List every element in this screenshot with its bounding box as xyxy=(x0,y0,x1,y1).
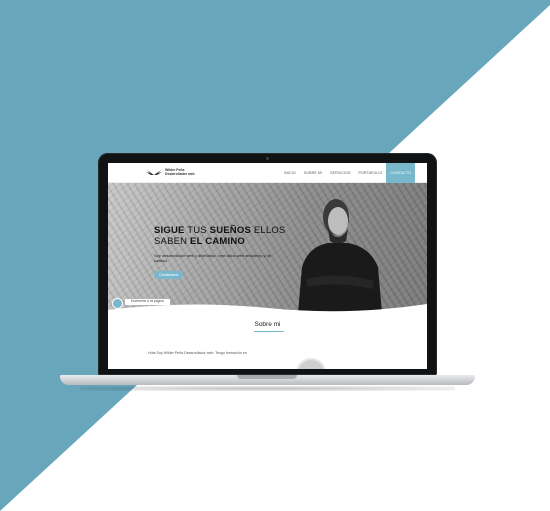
hero-section: SIGUE TUS SUEÑOS ELLOS SABEN EL CAMINO S… xyxy=(108,183,427,313)
hero-word-saben: SABEN xyxy=(154,236,191,247)
hero-word-tus: TUS xyxy=(184,225,210,236)
laptop-notch xyxy=(237,375,297,379)
nav-sobre-mi[interactable]: SOBRE MI xyxy=(300,163,326,183)
logo-line-2: Desarrollador web xyxy=(165,171,195,176)
nav-portafolio[interactable]: PORTAFOLIO xyxy=(355,163,387,183)
hero-headline-line-1: SIGUE TUS SUEÑOS ELLOS xyxy=(154,225,285,236)
hero-headline: SIGUE TUS SUEÑOS ELLOS SABEN EL CAMINO xyxy=(154,225,285,247)
hero-subtitle: Soy desarrollador web y diseñador, creo … xyxy=(154,253,271,263)
about-intro: Hola Soy Wilder Peña Desarrollador web. … xyxy=(148,351,247,355)
site-header: Wilder Peña Desarrollador web INICIO SOB… xyxy=(108,163,427,183)
avatar xyxy=(296,358,326,369)
nav-inicio[interactable]: INICIO xyxy=(280,163,300,183)
laptop-screen: Wilder Peña Desarrollador web INICIO SOB… xyxy=(108,163,427,369)
hero-word-sigue: SIGUE xyxy=(154,225,185,236)
laptop-shadow xyxy=(80,386,455,391)
hero-person-photo xyxy=(298,199,382,313)
section-wave-divider xyxy=(108,304,427,320)
hero-word-el-camino: EL CAMINO xyxy=(190,236,245,247)
laptop-lid: Wilder Peña Desarrollador web INICIO SOB… xyxy=(98,153,437,375)
laptop-mockup: Wilder Peña Desarrollador web INICIO SOB… xyxy=(60,153,475,391)
hero-word-suenos: SUEÑOS xyxy=(209,225,251,236)
about-title: Sobre mi xyxy=(254,321,281,328)
contact-cta-button[interactable]: Contáctame xyxy=(154,271,184,279)
nav-contacto[interactable]: CONTACTO xyxy=(386,163,415,183)
camera-dot xyxy=(266,157,269,160)
about-title-underline xyxy=(254,331,284,332)
logo-text: Wilder Peña Desarrollador web xyxy=(165,168,195,177)
nav-servicios[interactable]: SERVICIOS xyxy=(326,163,354,183)
hero-headline-line-2: SABEN EL CAMINO xyxy=(154,236,285,247)
hero-word-ellos: ELLOS xyxy=(251,225,286,236)
site-nav: INICIO SOBRE MI SERVICIOS PORTAFOLIO CON… xyxy=(280,163,415,183)
site-logo[interactable]: Wilder Peña Desarrollador web xyxy=(146,168,195,177)
laptop-base xyxy=(60,375,475,385)
wings-icon xyxy=(146,169,162,175)
